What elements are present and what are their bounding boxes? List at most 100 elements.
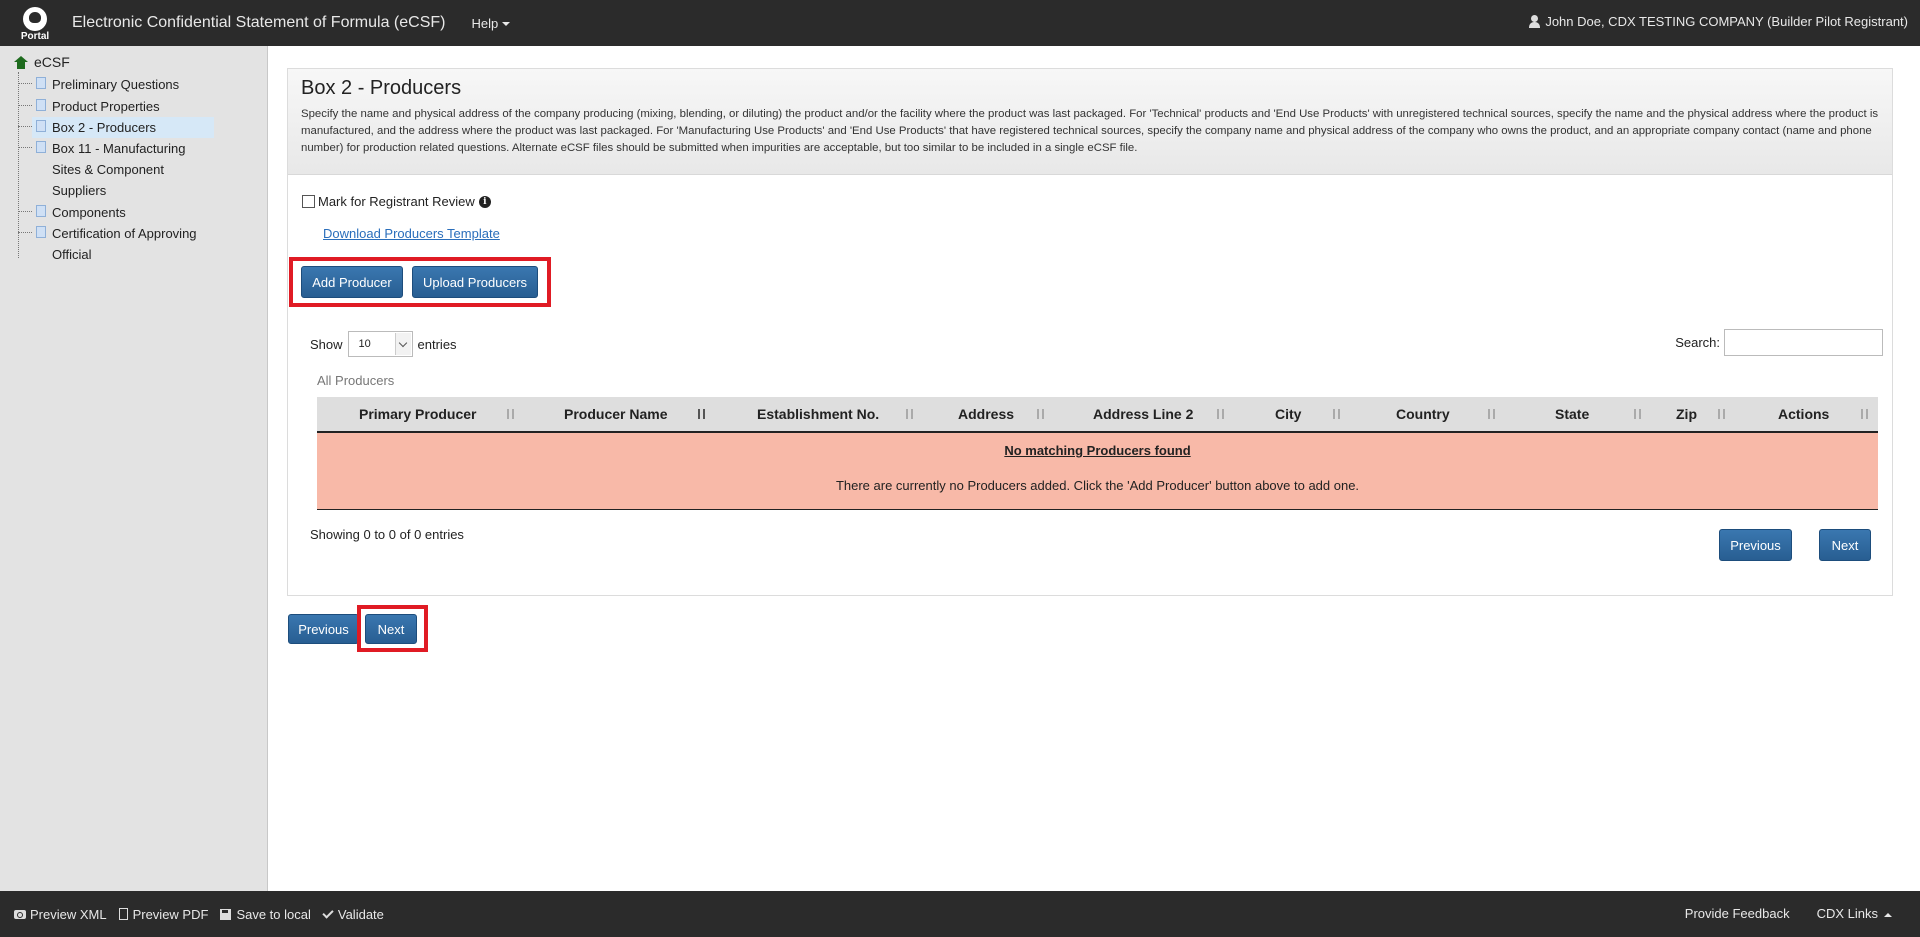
- sidebar-item-product-properties[interactable]: Product Properties: [18, 96, 170, 117]
- sidebar-item-components[interactable]: Components: [18, 202, 136, 223]
- page-size-value: 10: [358, 338, 371, 350]
- sidebar-item-label: Box 2 - Producers: [52, 120, 157, 135]
- sidebar-item-box2-producers[interactable]: Box 2 - Producers: [18, 117, 214, 138]
- tree-root-label: eCSF: [34, 54, 70, 70]
- table-header: Primary Producer Producer Name Establish…: [317, 397, 1878, 433]
- download-template-link[interactable]: Download Producers Template: [323, 226, 500, 241]
- producers-panel: Box 2 - Producers Specify the name and p…: [287, 68, 1893, 596]
- sort-icon: [1215, 409, 1227, 421]
- portal-logo[interactable]: Portal: [0, 0, 70, 46]
- save-local-button[interactable]: Save to local: [220, 906, 311, 922]
- mark-review-label: Mark for Registrant Review: [318, 194, 475, 209]
- sidebar-item-label: Preliminary Questions: [52, 77, 180, 92]
- label-line: Official: [52, 247, 92, 262]
- main-content: Box 2 - Producers Specify the name and p…: [287, 68, 1893, 652]
- sidebar-item-label: Box 11 - Manufacturing Sites & Component…: [52, 138, 185, 201]
- file-icon: [36, 77, 46, 89]
- tree-branch: [18, 83, 32, 84]
- entries-label: entries: [417, 336, 457, 352]
- tree-branch: [18, 105, 32, 106]
- column-producer-name[interactable]: Producer Name: [564, 397, 667, 431]
- mark-review-row: Mark for Registrant Review i: [302, 194, 491, 209]
- user-icon: [1528, 15, 1541, 28]
- cdx-links-label: CDX Links: [1816, 906, 1878, 921]
- tree-branch: [18, 126, 32, 127]
- save-local-label: Save to local: [236, 906, 311, 922]
- next-button[interactable]: Next: [365, 614, 417, 644]
- tree-branch: [18, 147, 32, 148]
- sort-asc-icon: [696, 409, 708, 421]
- label-line: Sites & Component: [52, 162, 165, 177]
- upload-producers-button[interactable]: Upload Producers: [412, 266, 538, 298]
- validate-label: Validate: [337, 906, 384, 922]
- empty-title: No matching Producers found: [1004, 443, 1191, 458]
- label-line: Box 11 - Manufacturing: [52, 141, 186, 156]
- table-caption: All Producers: [317, 373, 395, 388]
- chevron-down-icon: [394, 333, 411, 355]
- column-address[interactable]: Address: [958, 397, 1014, 431]
- page-title: Box 2 - Producers: [301, 77, 462, 99]
- check-icon: [322, 906, 334, 919]
- column-establishment-no[interactable]: Establishment No.: [757, 397, 879, 431]
- sidebar-item-preliminary-questions[interactable]: Preliminary Questions: [18, 74, 189, 95]
- home-icon: [14, 55, 28, 69]
- column-city[interactable]: City: [1275, 397, 1301, 431]
- producers-table: Primary Producer Producer Name Establish…: [317, 397, 1878, 510]
- sidebar-tree: eCSF Preliminary Questions Product Prope…: [0, 46, 268, 891]
- file-icon: [36, 226, 46, 238]
- camera-icon: [14, 909, 26, 919]
- previous-button[interactable]: Previous: [288, 614, 359, 644]
- app-title: Electronic Confidential Statement of For…: [72, 14, 446, 31]
- provide-feedback-link[interactable]: Provide Feedback: [1685, 906, 1790, 921]
- file-icon: [118, 908, 128, 920]
- file-icon: [36, 120, 46, 132]
- caret-down-icon: [502, 22, 511, 27]
- sidebar-item-certification[interactable]: Certification of Approving Official: [18, 223, 207, 265]
- add-producer-button[interactable]: Add Producer: [301, 266, 403, 298]
- validate-button[interactable]: Validate: [322, 906, 384, 922]
- table-next-button[interactable]: Next: [1819, 529, 1871, 561]
- sort-icon: [904, 409, 916, 421]
- preview-xml-button[interactable]: Preview XML: [14, 907, 107, 922]
- panel-heading: Box 2 - Producers Specify the name and p…: [288, 69, 1892, 175]
- table-previous-button[interactable]: Previous: [1719, 529, 1792, 561]
- label-line: Suppliers: [52, 183, 107, 198]
- page-size-select[interactable]: 10: [347, 331, 413, 357]
- table-search: Search:: [1675, 329, 1883, 356]
- bottom-toolbar: Preview XML Preview PDF Save to local Va…: [0, 891, 1920, 937]
- sidebar-item-box11-manufacturing[interactable]: Box 11 - Manufacturing Sites & Component…: [18, 138, 195, 201]
- column-zip[interactable]: Zip: [1676, 397, 1697, 431]
- file-icon: [36, 141, 46, 153]
- cdx-links-menu[interactable]: CDX Links: [1817, 906, 1892, 921]
- search-label: Search:: [1675, 335, 1720, 350]
- column-address-line-2[interactable]: Address Line 2: [1093, 397, 1193, 431]
- sidebar-item-label: Certification of Approving Official: [52, 223, 197, 265]
- column-actions[interactable]: Actions: [1778, 397, 1829, 431]
- sort-icon: [1859, 409, 1871, 421]
- table-info: Showing 0 to 0 of 0 entries: [310, 527, 464, 542]
- column-state[interactable]: State: [1555, 397, 1589, 431]
- preview-pdf-label: Preview PDF: [132, 906, 209, 922]
- info-icon[interactable]: i: [478, 195, 491, 208]
- sidebar-item-label: Components: [52, 205, 126, 220]
- help-menu[interactable]: Help: [471, 15, 511, 31]
- tree-root[interactable]: eCSF: [14, 54, 70, 70]
- user-menu[interactable]: John Doe, CDX TESTING COMPANY (Builder P…: [1528, 14, 1908, 29]
- show-label: Show: [310, 336, 343, 352]
- empty-table-row: No matching Producers found There are cu…: [317, 433, 1878, 510]
- top-navbar: Portal Electronic Confidential Statement…: [0, 0, 1920, 46]
- tree-branch: [18, 232, 32, 233]
- sort-icon: [505, 409, 517, 421]
- column-country[interactable]: Country: [1396, 397, 1450, 431]
- label-line: Certification of Approving: [52, 226, 197, 241]
- panel-description: Specify the name and physical address of…: [301, 108, 1879, 154]
- search-input[interactable]: [1724, 329, 1883, 356]
- column-primary-producer[interactable]: Primary Producer: [359, 397, 477, 431]
- epa-seal-icon: [23, 6, 47, 31]
- help-label: Help: [471, 15, 499, 31]
- preview-pdf-button[interactable]: Preview PDF: [118, 906, 209, 922]
- caret-up-icon: [1884, 912, 1892, 917]
- preview-xml-label: Preview XML: [30, 906, 107, 922]
- mark-review-checkbox[interactable]: [302, 195, 315, 208]
- sort-icon: [1716, 409, 1728, 421]
